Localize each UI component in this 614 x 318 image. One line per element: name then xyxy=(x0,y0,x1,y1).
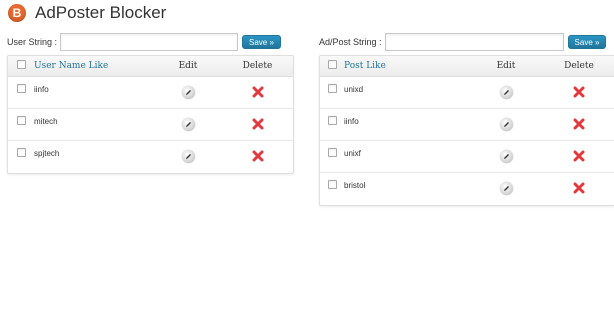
edit-column-header: Edit xyxy=(154,56,222,77)
user-name-cell: mitech xyxy=(34,108,154,141)
post-like-cell: iinfo xyxy=(344,108,468,141)
red-x-icon[interactable] xyxy=(573,86,585,100)
table-row: unixf xyxy=(320,140,614,173)
row-checkbox[interactable] xyxy=(16,116,26,125)
red-x-icon[interactable] xyxy=(573,150,585,164)
red-x-icon[interactable] xyxy=(573,182,585,196)
post-string-form: Ad/Post String : Save » xyxy=(319,33,607,51)
row-checkbox[interactable] xyxy=(16,148,26,157)
post-string-input[interactable] xyxy=(384,33,564,51)
post-like-cell: unixf xyxy=(344,140,468,173)
user-name-cell: iinfo xyxy=(34,76,154,109)
row-checkbox[interactable] xyxy=(16,84,26,93)
user-name-column-header[interactable]: User Name Like xyxy=(34,56,154,77)
user-name-table: User Name Like Edit Delete iinfo mitech … xyxy=(7,55,294,174)
row-checkbox[interactable] xyxy=(327,116,337,125)
delete-column-header: Delete xyxy=(544,56,614,77)
post-save-button[interactable]: Save » xyxy=(567,35,607,49)
select-all-checkbox[interactable] xyxy=(327,60,337,69)
user-name-cell: spjtech xyxy=(34,149,60,158)
edit-column-header: Edit xyxy=(468,56,544,77)
table-row: iinfo xyxy=(8,76,293,109)
user-save-button[interactable]: Save » xyxy=(242,35,281,49)
table-row: unixd xyxy=(320,76,614,109)
user-string-input[interactable] xyxy=(60,33,239,51)
row-checkbox[interactable] xyxy=(327,84,337,93)
b-logo-icon: B xyxy=(8,4,26,22)
user-string-label: User String : xyxy=(7,37,58,47)
table-header-row: User Name Like Edit Delete xyxy=(8,56,293,77)
delete-column-header: Delete xyxy=(222,56,293,77)
pencil-icon[interactable] xyxy=(181,118,195,131)
red-x-icon[interactable] xyxy=(252,86,264,100)
pencil-icon[interactable] xyxy=(181,86,195,99)
table-row: iinfo xyxy=(320,108,614,141)
pencil-icon[interactable] xyxy=(499,182,513,196)
post-like-table: Post Like Edit Delete unixd iinfo unixf xyxy=(319,55,614,206)
table-row: spjtech xyxy=(8,141,293,173)
post-like-cell: unixd xyxy=(344,76,468,109)
table-row: mitech xyxy=(8,108,293,141)
select-all-checkbox[interactable] xyxy=(16,60,26,69)
page-title: AdPoster Blocker xyxy=(35,3,167,22)
pencil-icon[interactable] xyxy=(181,150,195,164)
page-header: B AdPoster Blocker xyxy=(8,3,166,23)
row-checkbox[interactable] xyxy=(327,148,337,157)
pencil-icon[interactable] xyxy=(499,118,513,131)
red-x-icon[interactable] xyxy=(573,118,585,132)
post-like-cell: bristol xyxy=(344,181,366,190)
table-row: bristol xyxy=(320,173,614,205)
red-x-icon[interactable] xyxy=(252,150,264,164)
table-header-row: Post Like Edit Delete xyxy=(320,56,614,77)
row-checkbox[interactable] xyxy=(327,180,337,189)
pencil-icon[interactable] xyxy=(499,150,513,163)
pencil-icon[interactable] xyxy=(499,86,513,99)
post-string-label: Ad/Post String : xyxy=(319,37,382,47)
post-like-column-header[interactable]: Post Like xyxy=(344,56,468,77)
user-string-form: User String : Save » xyxy=(7,33,281,51)
red-x-icon[interactable] xyxy=(252,118,264,132)
